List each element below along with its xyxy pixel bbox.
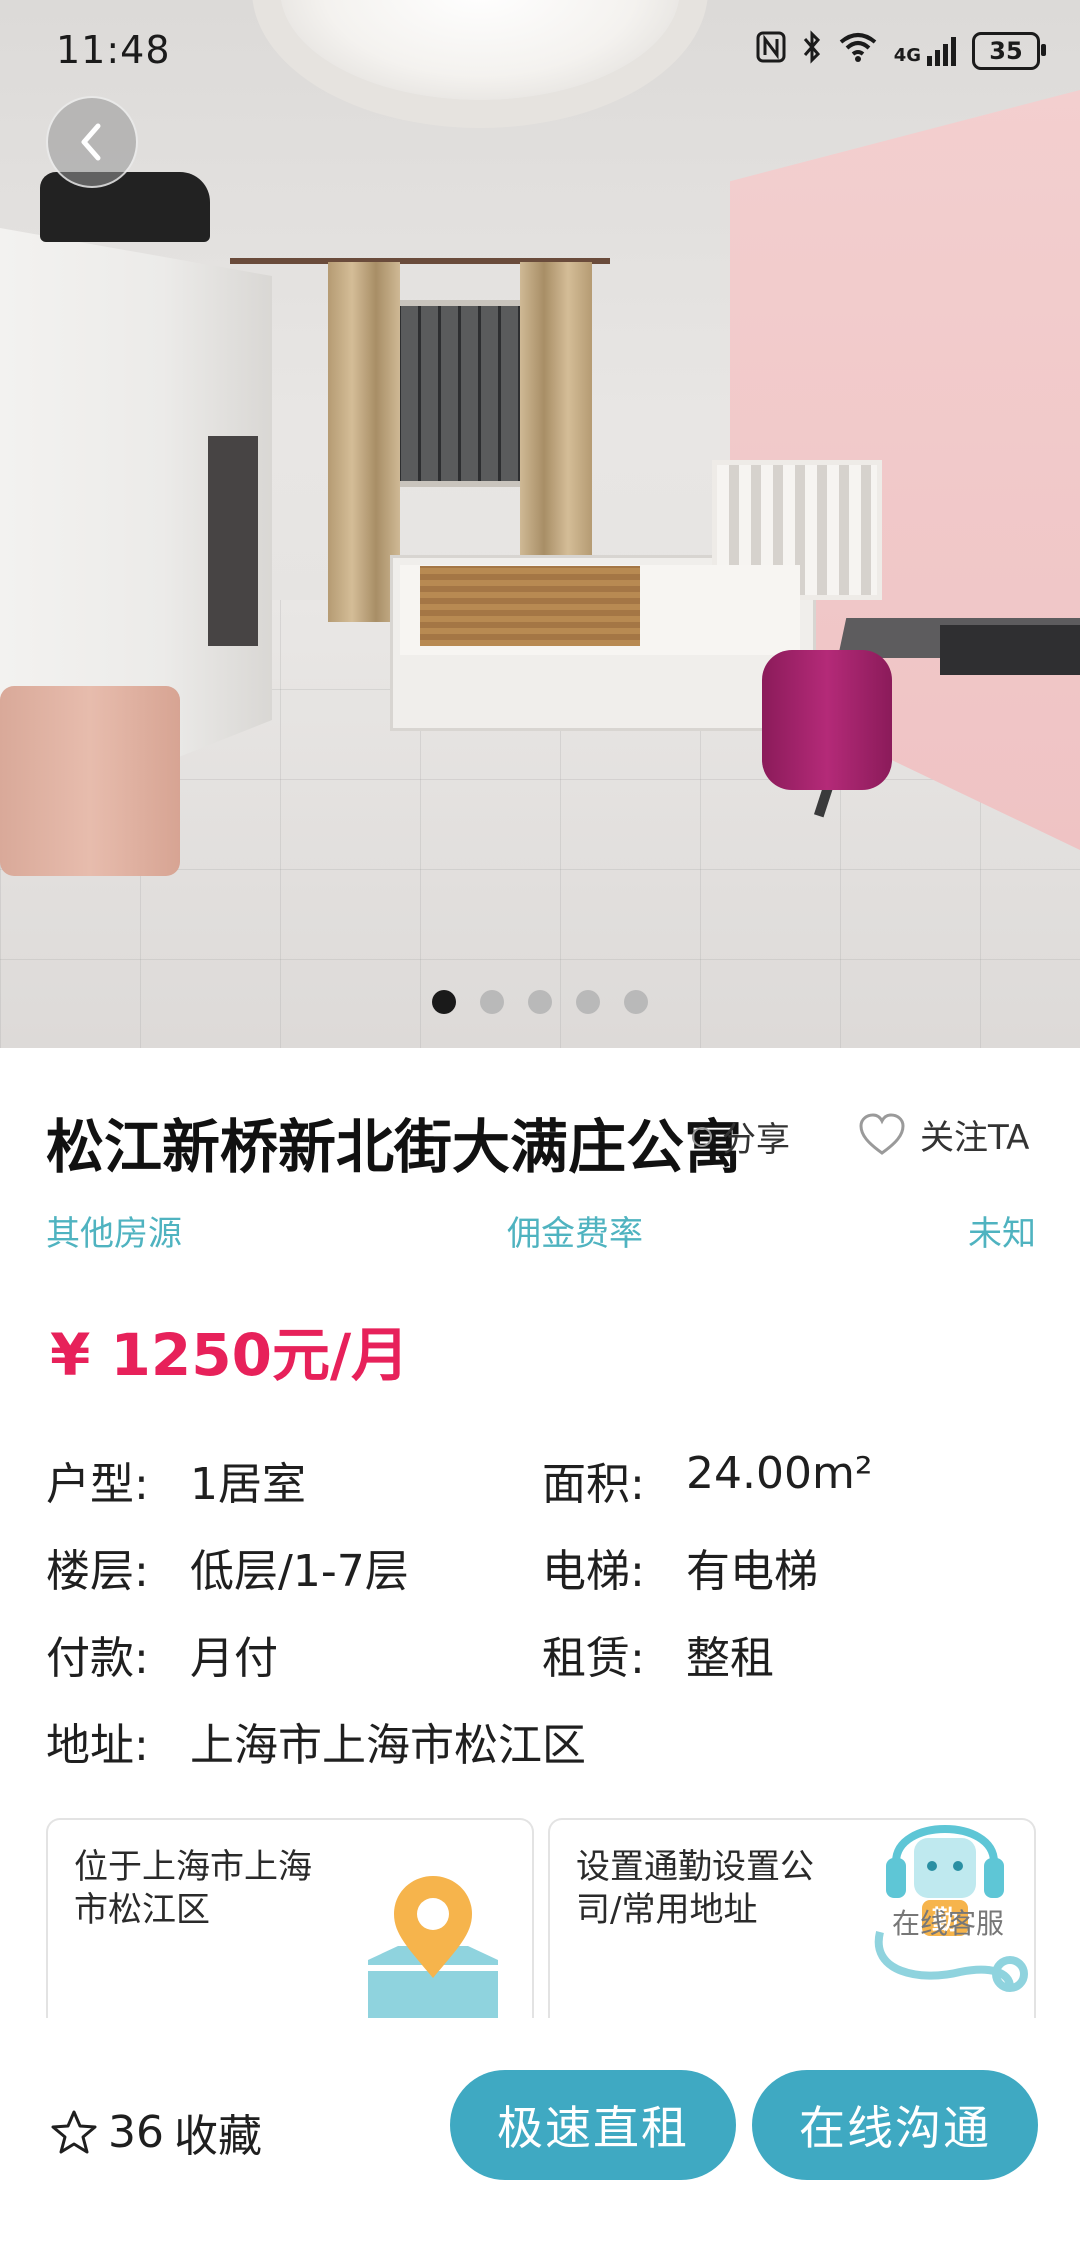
status-bar: 11:48 4G 35 [0, 0, 1080, 100]
spec-value: 整租 [686, 1632, 774, 1684]
headset-icon [874, 1825, 1028, 1992]
share-button[interactable]: 分享 [690, 1112, 790, 1161]
spec-value: 有电梯 [686, 1545, 818, 1597]
status-time: 11:48 [56, 28, 171, 72]
spec-label: 面积: [542, 1458, 645, 1510]
photo-bag [40, 172, 210, 242]
nfc-icon [756, 31, 786, 71]
spec-label: 楼层: [46, 1545, 149, 1597]
follow-button[interactable]: 关注TA [858, 1110, 1029, 1159]
spec-list: 户型: 1居室 面积: 24.00m² 楼层: 低层/1-7层 电梯: 有电梯 … [46, 1436, 1046, 1784]
spec-area: 面积: 24.00m² [542, 1448, 1038, 1512]
spec-label: 租赁: [542, 1632, 645, 1684]
photo-laptop [940, 625, 1080, 675]
spec-value: 1居室 [190, 1458, 306, 1510]
spec-value: 低层/1-7层 [190, 1545, 409, 1597]
online-support-label: 在线客服 [892, 1907, 1005, 1940]
signal-icon: 4G [894, 36, 956, 66]
bluetooth-icon [802, 30, 822, 72]
share-icon [692, 1126, 712, 1147]
meta-row: 其他房源 佣金费率 未知 [46, 1206, 1036, 1255]
commission-label: 佣金费率 [507, 1214, 643, 1254]
location-card-text: 位于上海市上海市松江区 [74, 1847, 312, 1930]
spec-lease: 租赁: 整租 [542, 1622, 1038, 1686]
spec-elevator: 电梯: 有电梯 [542, 1535, 1038, 1599]
gallery-dot[interactable] [624, 990, 648, 1014]
network-type: 4G [893, 45, 921, 66]
online-chat-button[interactable]: 在线沟通 [752, 2070, 1038, 2180]
spec-value: 上海市上海市松江区 [190, 1719, 586, 1771]
spec-floor: 楼层: 低层/1-7层 [46, 1535, 542, 1599]
back-arrow-icon [81, 123, 101, 161]
photo-suitcase [0, 686, 180, 876]
battery-level: 35 [989, 37, 1023, 65]
spec-label: 付款: [46, 1632, 149, 1684]
source-label[interactable]: 其他房源 [46, 1206, 182, 1255]
star-icon [51, 2110, 97, 2154]
photo-window [392, 300, 534, 487]
spec-label: 地址: [46, 1719, 149, 1771]
spec-label: 户型: [46, 1458, 149, 1510]
spec-payment: 付款: 月付 [46, 1622, 542, 1686]
favorite-count: 36 [108, 2106, 164, 2158]
gallery-dot[interactable] [528, 990, 552, 1014]
online-support-button[interactable]: 勤 [860, 1782, 1030, 2002]
spec-address: 地址: 上海市上海市松江区 [46, 1709, 586, 1773]
location-card[interactable]: 位于上海市上海市松江区 [46, 1818, 534, 2018]
battery-icon: 35 [972, 32, 1046, 70]
favorite-label: 收藏 [174, 2111, 262, 2162]
follow-label: 关注TA [920, 1118, 1030, 1158]
spec-value: 月付 [190, 1632, 278, 1684]
wifi-icon [838, 31, 878, 71]
spec-row: 地址: 上海市上海市松江区 [46, 1697, 1046, 1784]
spec-layout: 户型: 1居室 [46, 1448, 542, 1512]
photo-wardrobe-panel [208, 436, 258, 646]
spec-row: 户型: 1居室 面积: 24.00m² [46, 1436, 1046, 1523]
photo-mat [420, 566, 640, 646]
share-label: 分享 [722, 1120, 790, 1160]
back-button[interactable] [46, 96, 138, 188]
gallery-pagination [0, 990, 1080, 1014]
commute-card-text: 设置通勤设置公司/常用地址 [576, 1847, 814, 1930]
map-pin-icon [368, 1876, 498, 2018]
spec-value: 24.00m² [686, 1447, 873, 1499]
price: ¥ 1250元/月 [50, 1321, 410, 1389]
favorite-button[interactable]: 36 收藏 [50, 2100, 262, 2164]
quick-rent-button[interactable]: 极速直租 [450, 2070, 736, 2180]
heart-icon [859, 1112, 905, 1155]
gallery-dot[interactable] [432, 990, 456, 1014]
listing-photo[interactable] [0, 0, 1080, 1048]
status-icons: 4G 35 [756, 30, 1046, 72]
listing-title: 松江新桥新北街大满庄公寓 [46, 1113, 743, 1181]
spec-label: 电梯: [542, 1545, 645, 1597]
gallery-dot[interactable] [480, 990, 504, 1014]
photo-stool [762, 650, 892, 790]
commission-value: 未知 [968, 1214, 1036, 1254]
photo-curtain-right [520, 262, 592, 592]
gallery-dot[interactable] [576, 990, 600, 1014]
spec-row: 楼层: 低层/1-7层 电梯: 有电梯 [46, 1523, 1046, 1610]
spec-row: 付款: 月付 租赁: 整租 [46, 1610, 1046, 1697]
